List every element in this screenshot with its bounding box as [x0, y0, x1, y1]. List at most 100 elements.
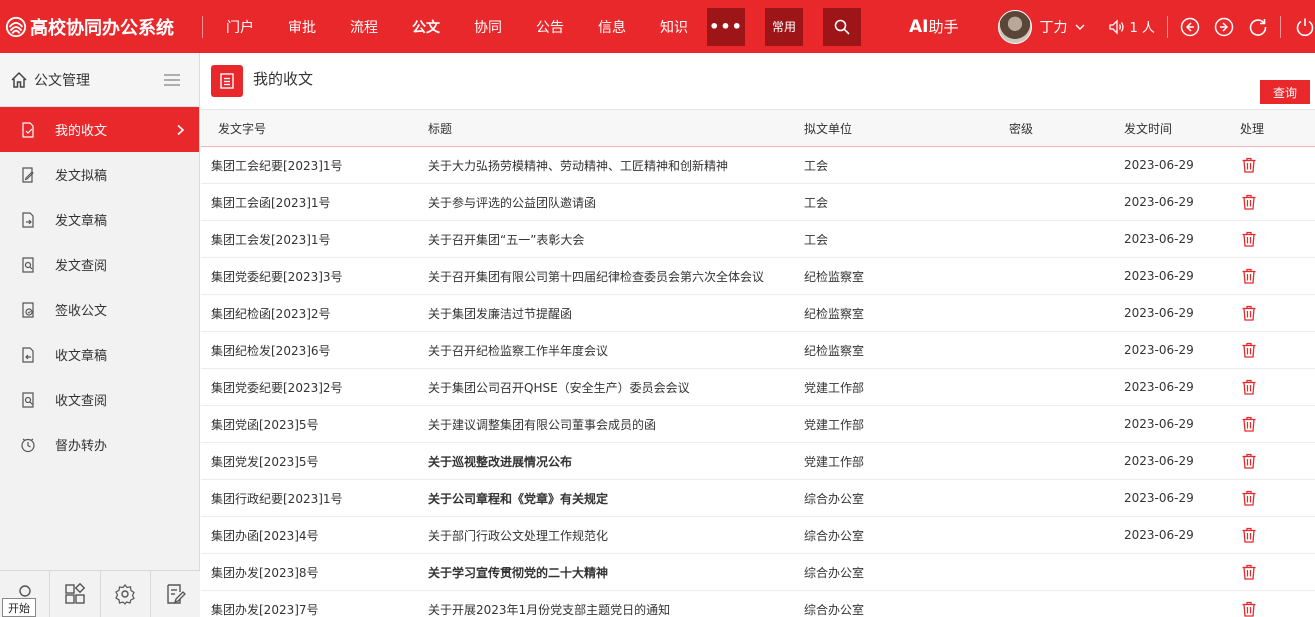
username: 丁力 — [1039, 19, 1068, 36]
common-button[interactable]: 常用 — [765, 7, 803, 46]
nav-item[interactable]: 流程 — [333, 17, 395, 37]
doc-security-level — [1009, 257, 1124, 295]
table-row[interactable]: 集团办发[2023]7号 关于开展2023年1月份党支部主题党日的通知 综合办公室 — [201, 590, 1315, 617]
delete-button[interactable] — [1240, 479, 1315, 517]
more-button[interactable]: ••• — [707, 7, 745, 46]
ai-label: AI — [909, 17, 929, 37]
doc-title[interactable]: 关于参与评选的公益团队邀请函 — [428, 183, 804, 221]
sidebar-item[interactable]: 收文查阅 — [0, 377, 199, 422]
doc-date: 2023-06-29 — [1124, 516, 1240, 554]
sidebar-item[interactable]: 签收公文 — [0, 287, 199, 332]
table-row[interactable]: 集团办函[2023]4号 关于部门行政公文处理工作规范化 综合办公室 2023-06-… — [201, 516, 1315, 554]
doc-unit: 综合办公室 — [804, 479, 1009, 517]
back-icon[interactable] — [1180, 17, 1200, 37]
delete-button[interactable] — [1240, 368, 1315, 406]
doc-title[interactable]: 关于集团发廉洁过节提醒函 — [428, 294, 804, 332]
delete-button[interactable] — [1240, 183, 1315, 221]
note-edit-icon — [167, 584, 187, 604]
column-header[interactable]: 标题 — [428, 109, 804, 147]
ai-assistant-button[interactable]: AI助手 — [909, 16, 959, 37]
doc-title[interactable]: 关于巡视整改进展情况公布 — [428, 442, 804, 480]
delete-button[interactable] — [1240, 146, 1315, 184]
column-header[interactable]: 密级 — [1009, 109, 1124, 147]
sidebar-item[interactable]: 我的收文 — [0, 107, 199, 152]
delete-button[interactable] — [1240, 331, 1315, 369]
table-row[interactable]: 集团工会纪要[2023]1号 关于大力弘扬劳模精神、劳动精神、工匠精神和创新精神工… — [201, 146, 1315, 184]
settings-button[interactable] — [101, 571, 151, 617]
doc-title[interactable]: 关于大力弘扬劳模精神、劳动精神、工匠精神和创新精神 — [428, 146, 804, 184]
table-row[interactable]: 集团工会函[2023]1号 关于参与评选的公益团队邀请函 工会 2023-06-29 — [201, 183, 1315, 221]
sidebar-item[interactable]: 收文章稿 — [0, 332, 199, 377]
nav-item[interactable]: 知识 — [643, 17, 705, 37]
power-icon[interactable] — [1295, 17, 1315, 37]
doc-title[interactable]: 关于开展2023年1月份党支部主题党日的通知 — [428, 590, 804, 617]
delete-button[interactable] — [1240, 257, 1315, 295]
search-button[interactable] — [823, 7, 861, 46]
sidebar-item-label: 发文章稿 — [55, 214, 108, 229]
table-row[interactable]: 集团办发[2023]8号 关于学习宣传贯彻党的二十大精神 综合办公室 — [201, 553, 1315, 591]
nav-item[interactable]: 公告 — [519, 17, 581, 37]
apps-button[interactable] — [50, 571, 101, 617]
column-header[interactable]: 发文时间 — [1124, 109, 1240, 147]
table-row[interactable]: 集团纪检发[2023]6号 关于召开纪检监察工作半年度会议 纪检监察室 2023-06… — [201, 331, 1315, 369]
refresh-icon[interactable] — [1248, 17, 1268, 37]
column-header[interactable]: 发文字号 — [201, 109, 428, 147]
delete-button[interactable] — [1240, 405, 1315, 443]
doc-title[interactable]: 关于学习宣传贯彻党的二十大精神 — [428, 553, 804, 591]
doc-date: 2023-06-29 — [1124, 183, 1240, 221]
table-row[interactable]: 集团党发[2023]5号 关于巡视整改进展情况公布 党建工作部 2023-06-29 — [201, 442, 1315, 480]
doc-title[interactable]: 关于召开纪检监察工作半年度会议 — [428, 331, 804, 369]
nav-item[interactable]: 门户 — [209, 17, 271, 37]
doc-unit: 综合办公室 — [804, 590, 1009, 617]
doc-title[interactable]: 关于部门行政公文处理工作规范化 — [428, 516, 804, 554]
doc-number: 集团工会函[2023]1号 — [201, 183, 428, 221]
table-row[interactable]: 集团纪检函[2023]2号 关于集团发廉洁过节提醒函 纪检监察室 2023-06-29 — [201, 294, 1315, 332]
delete-button[interactable] — [1240, 590, 1315, 617]
delete-button[interactable] — [1240, 553, 1315, 591]
table-row[interactable]: 集团工会发[2023]1号 关于召开集团“五一”表彰大会 工会 2023-06-29 — [201, 220, 1315, 258]
sidebar-item[interactable]: 发文章稿 — [0, 197, 199, 242]
column-header[interactable]: 拟文单位 — [804, 109, 1009, 147]
table-row[interactable]: 集团党委纪要[2023]2号 关于集团公司召开QHSE（安全生产）委员会会议 党建工… — [201, 368, 1315, 406]
doc-title[interactable]: 关于召开集团“五一”表彰大会 — [428, 220, 804, 258]
doc-title[interactable]: 关于建议调整集团有限公司董事会成员的函 — [428, 405, 804, 443]
nav-item[interactable]: 协同 — [457, 17, 519, 37]
main-content: 我的收文 查询 发文字号 标题 拟文单位 密级 发文时间 处理 集团工会纪要[2… — [201, 53, 1315, 617]
table-row[interactable]: 集团党函[2023]5号 关于建议调整集团有限公司董事会成员的函 党建工作部 2023… — [201, 405, 1315, 443]
delete-button[interactable] — [1240, 516, 1315, 554]
doc-unit: 综合办公室 — [804, 553, 1009, 591]
doc-title[interactable]: 关于公司章程和《党章》有关规定 — [428, 479, 804, 517]
column-header: 处理 — [1240, 109, 1315, 147]
trash-icon — [1242, 194, 1256, 210]
table-row[interactable]: 集团行政纪要[2023]1号 关于公司章程和《党章》有关规定 综合办公室 2023-0… — [201, 479, 1315, 517]
online-count[interactable]: 1 人 — [1108, 17, 1155, 36]
delete-button[interactable] — [1240, 442, 1315, 480]
trash-icon — [1242, 231, 1256, 247]
doc-security-level — [1009, 516, 1124, 554]
query-button[interactable]: 查询 — [1260, 80, 1310, 104]
table-row[interactable]: 集团党委纪要[2023]3号 关于召开集团有限公司第十四届纪律检查委员会第六次全体… — [201, 257, 1315, 295]
nav-item[interactable]: 公文 — [395, 17, 457, 37]
trash-icon — [1242, 490, 1256, 506]
brand[interactable]: 高校协同办公系统 — [0, 0, 196, 53]
sidebar-item[interactable]: 发文查阅 — [0, 242, 199, 287]
menu-toggle-icon[interactable] — [163, 73, 181, 87]
doc-security-level — [1009, 183, 1124, 221]
notes-button[interactable] — [151, 571, 200, 617]
delete-button[interactable] — [1240, 220, 1315, 258]
chevron-down-icon — [1075, 24, 1084, 30]
doc-title[interactable]: 关于召开集团有限公司第十四届纪律检查委员会第六次全体会议 — [428, 257, 804, 295]
sidebar-menu: 我的收文 发文拟稿发文章稿发文查阅 签收公文 收文章稿 收文查阅 督办转办 — [0, 107, 199, 467]
nav-item[interactable]: 信息 — [581, 17, 643, 37]
nav-item[interactable]: 审批 — [271, 17, 333, 37]
avatar[interactable] — [997, 9, 1032, 44]
doc-date — [1124, 590, 1240, 617]
doc-title[interactable]: 关于集团公司召开QHSE（安全生产）委员会会议 — [428, 368, 804, 406]
delete-button[interactable] — [1240, 294, 1315, 332]
sidebar-item[interactable]: 发文拟稿 — [0, 152, 199, 197]
forward-icon[interactable] — [1214, 17, 1234, 37]
doc-date — [1124, 553, 1240, 591]
trash-icon — [1242, 564, 1256, 580]
sidebar-item[interactable]: 督办转办 — [0, 422, 199, 467]
user-menu[interactable]: 丁力 — [1040, 17, 1086, 37]
